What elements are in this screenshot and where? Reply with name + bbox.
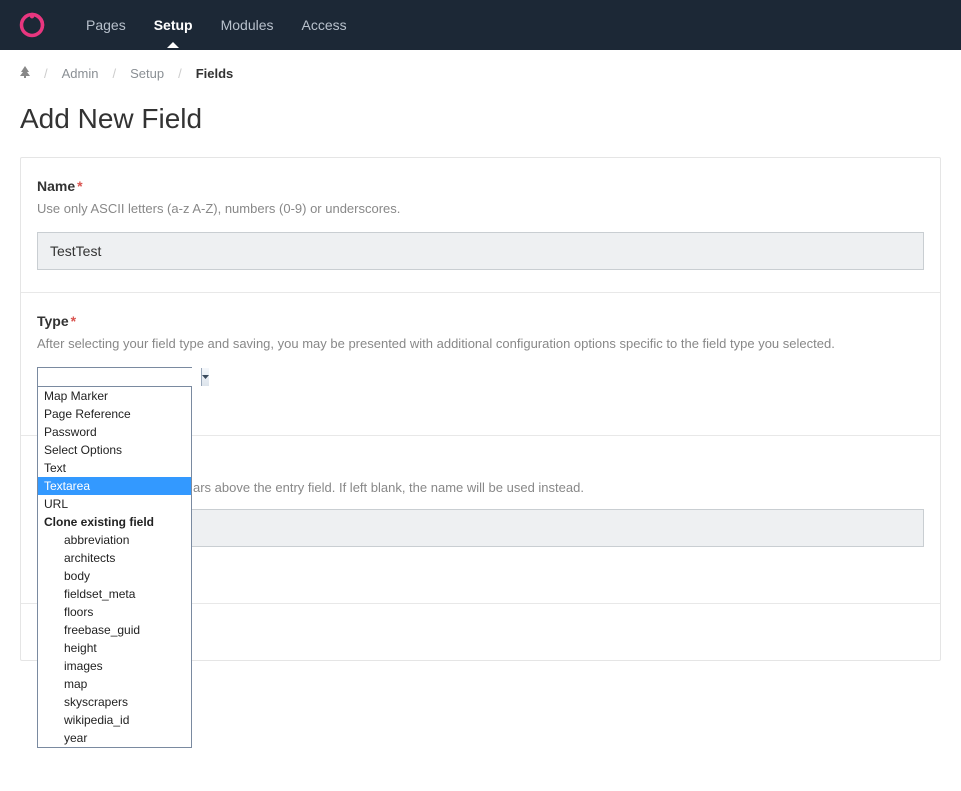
type-combobox[interactable]: [37, 367, 192, 387]
type-option: Clone existing field: [38, 513, 191, 531]
type-option[interactable]: Textarea: [38, 477, 191, 495]
nav-access[interactable]: Access: [288, 2, 361, 48]
breadcrumb-sep: /: [112, 66, 116, 81]
type-option[interactable]: URL: [38, 495, 191, 513]
form-panel: Name* Use only ASCII letters (a-z A-Z), …: [20, 157, 941, 661]
nav-pages[interactable]: Pages: [72, 2, 140, 48]
breadcrumb-admin[interactable]: Admin: [62, 66, 99, 81]
breadcrumb-sep: /: [44, 66, 48, 81]
type-option[interactable]: skyscrapers: [38, 693, 191, 711]
type-dropdown[interactable]: Map MarkerPage ReferencePasswordSelect O…: [37, 387, 192, 748]
tree-icon[interactable]: [20, 66, 30, 81]
type-option[interactable]: Map Marker: [38, 387, 191, 405]
page-title: Add New Field: [20, 103, 941, 135]
label-desc-partial: ars above the entry field. If left blank…: [193, 480, 924, 495]
top-navbar: Pages Setup Modules Access: [0, 0, 961, 50]
name-desc: Use only ASCII letters (a-z A-Z), number…: [37, 200, 924, 218]
type-option[interactable]: year: [38, 729, 191, 747]
name-label-text: Name: [37, 178, 75, 194]
required-marker: *: [77, 178, 82, 194]
type-desc: After selecting your field type and savi…: [37, 335, 924, 353]
required-marker: *: [71, 313, 76, 329]
type-option[interactable]: fieldset_meta: [38, 585, 191, 603]
type-option[interactable]: wikipedia_id: [38, 711, 191, 729]
type-option[interactable]: Password: [38, 423, 191, 441]
name-label: Name*: [37, 178, 924, 194]
type-option[interactable]: Text: [38, 459, 191, 477]
nav-modules[interactable]: Modules: [207, 2, 288, 48]
type-option[interactable]: Page Reference: [38, 405, 191, 423]
breadcrumb: / Admin / Setup / Fields: [20, 66, 941, 81]
type-option[interactable]: abbreviation: [38, 531, 191, 549]
type-combo-toggle[interactable]: [201, 368, 209, 386]
type-option[interactable]: freebase_guid: [38, 621, 191, 639]
breadcrumb-fields[interactable]: Fields: [196, 66, 234, 81]
breadcrumb-sep: /: [178, 66, 182, 81]
type-option[interactable]: floors: [38, 603, 191, 621]
nav-setup[interactable]: Setup: [140, 2, 207, 48]
type-option[interactable]: images: [38, 657, 191, 675]
app-logo-icon[interactable]: [18, 11, 46, 39]
main-nav: Pages Setup Modules Access: [72, 2, 361, 48]
type-field-block: Type* After selecting your field type an…: [21, 293, 940, 436]
type-option[interactable]: map: [38, 675, 191, 693]
type-option[interactable]: body: [38, 567, 191, 585]
type-option[interactable]: height: [38, 639, 191, 657]
name-field-block: Name* Use only ASCII letters (a-z A-Z), …: [21, 158, 940, 293]
type-option[interactable]: architects: [38, 549, 191, 567]
type-label-text: Type: [37, 313, 69, 329]
type-option[interactable]: Select Options: [38, 441, 191, 459]
name-input[interactable]: [37, 232, 924, 270]
type-combo-input[interactable]: [38, 368, 201, 386]
type-label: Type*: [37, 313, 924, 329]
type-select[interactable]: Map MarkerPage ReferencePasswordSelect O…: [37, 367, 192, 387]
breadcrumb-setup[interactable]: Setup: [130, 66, 164, 81]
